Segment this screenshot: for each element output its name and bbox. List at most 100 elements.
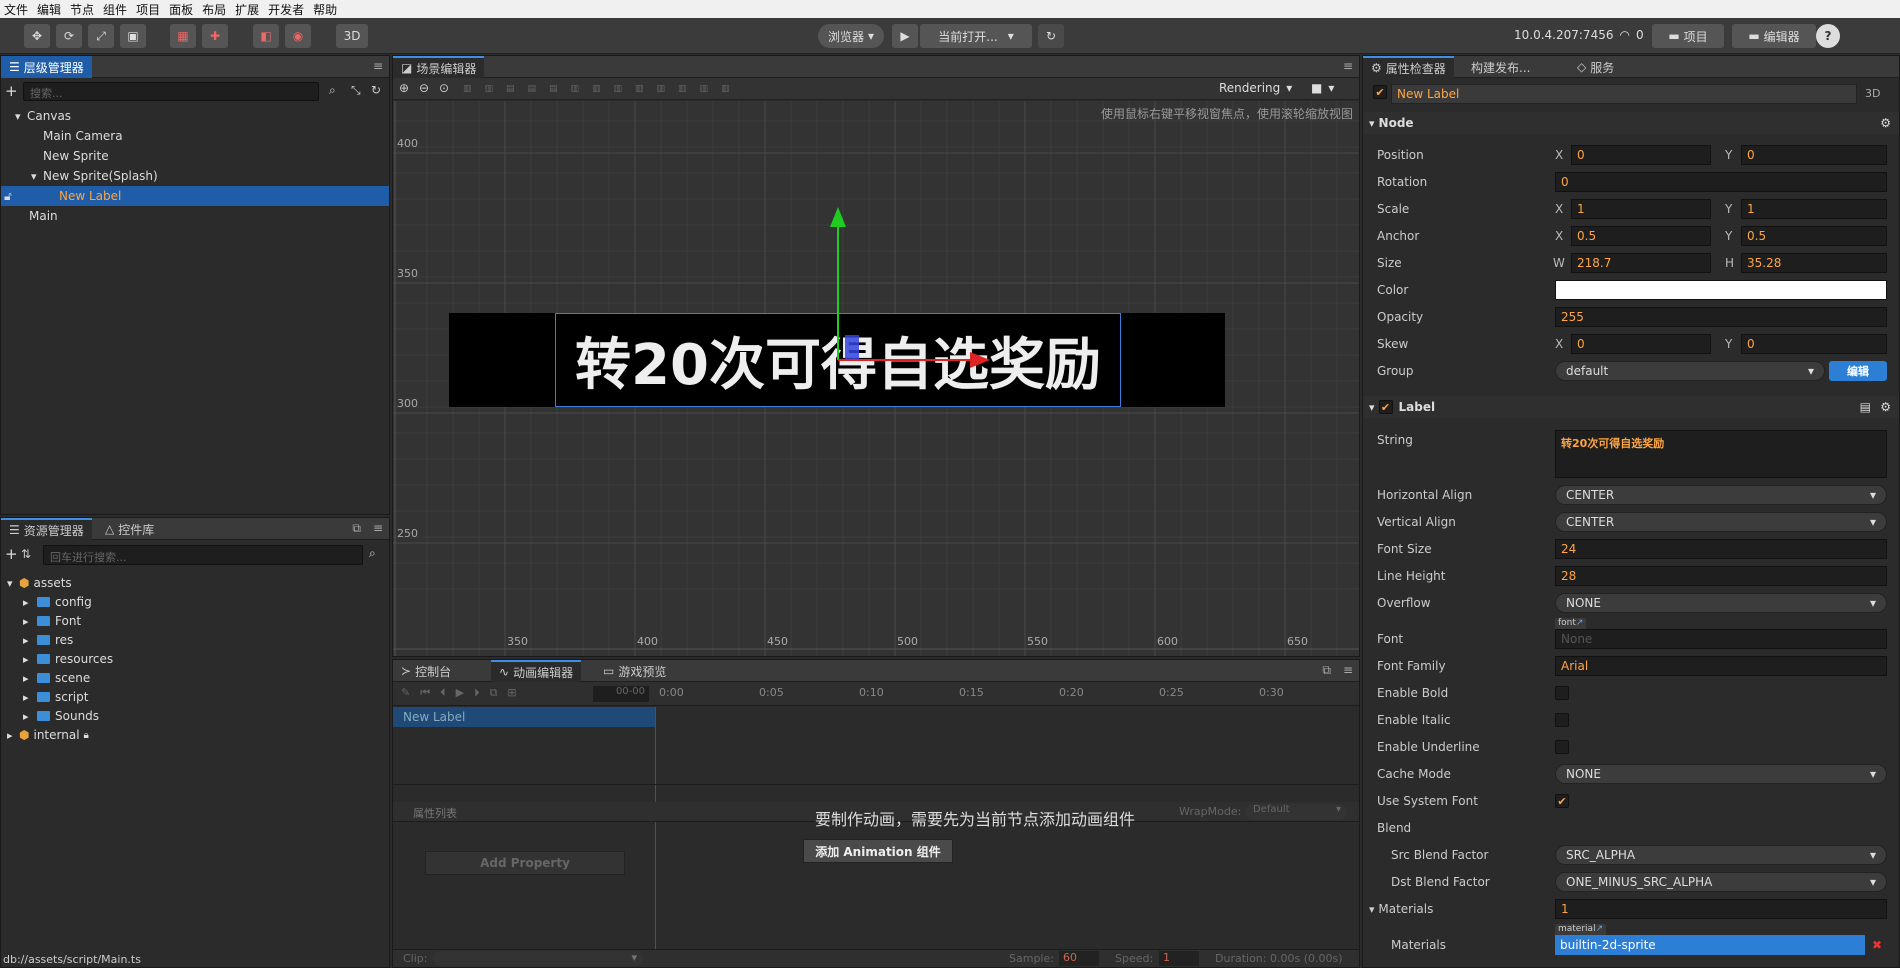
rendering-dropdown[interactable]: Rendering ▾ bbox=[1219, 81, 1292, 95]
rotation-input[interactable]: 0 bbox=[1555, 172, 1887, 192]
open-project-button[interactable]: ▬ 项目 bbox=[1652, 24, 1724, 48]
scale-tool-button[interactable]: ⤢ bbox=[88, 24, 114, 48]
timeline-ruler[interactable]: 0:00 0:05 0:10 0:15 0:20 0:25 0:30 bbox=[655, 682, 1359, 706]
overflow-dropdown[interactable]: NONE ▾ bbox=[1555, 593, 1887, 613]
expand-arrow-icon[interactable]: ▾ bbox=[31, 170, 43, 183]
search-icon[interactable]: ⌕ bbox=[369, 546, 376, 561]
tab-game-preview[interactable]: ▭ 游戏预览 bbox=[595, 660, 674, 682]
size-w-input[interactable]: 218.7 bbox=[1571, 253, 1711, 273]
lock-icon[interactable]: 🔓︎ bbox=[4, 189, 12, 204]
expand-arrow-icon[interactable]: ▸ bbox=[23, 710, 33, 723]
skew-x-input[interactable]: 0 bbox=[1571, 334, 1711, 354]
color-swatch[interactable] bbox=[1555, 280, 1887, 300]
menu-layout[interactable]: 布局 bbox=[198, 1, 231, 18]
playback-controls[interactable]: ✎⏮⏴▶⏵⧉⊞ bbox=[401, 686, 527, 700]
menu-edit[interactable]: 编辑 bbox=[33, 1, 66, 18]
speed-input[interactable]: 1 bbox=[1159, 951, 1199, 966]
asset-folder-resources[interactable]: ▸ resources bbox=[1, 649, 389, 669]
skew-y-input[interactable]: 0 bbox=[1741, 334, 1887, 354]
materials-count-input[interactable]: 1 bbox=[1555, 899, 1887, 919]
menu-component[interactable]: 组件 bbox=[99, 1, 132, 18]
scale-y-input[interactable]: 1 bbox=[1741, 199, 1887, 219]
book-icon[interactable]: ▤ bbox=[1860, 400, 1871, 414]
external-link-icon[interactable]: ↗ bbox=[1596, 924, 1604, 934]
asset-folder-res[interactable]: ▸ res bbox=[1, 630, 389, 650]
collapse-icon[interactable]: ⤡ bbox=[351, 83, 361, 98]
tab-scene-editor[interactable]: ◪ 场景编辑器 bbox=[393, 56, 485, 78]
tree-node-main-camera[interactable]: Main Camera bbox=[1, 126, 389, 146]
zoom-out-icon[interactable]: ⊖ bbox=[419, 81, 429, 95]
label-enabled-checkbox[interactable]: ✔ bbox=[1378, 400, 1393, 414]
menu-file[interactable]: 文件 bbox=[0, 1, 33, 18]
opacity-input[interactable]: 255 bbox=[1555, 307, 1887, 327]
asset-folder-scene[interactable]: ▸ scene bbox=[1, 668, 389, 688]
menu-node[interactable]: 节点 bbox=[66, 1, 99, 18]
sample-input[interactable]: 60 bbox=[1059, 951, 1099, 966]
clip-dropdown[interactable]: ▾ bbox=[433, 951, 643, 966]
platform-dropdown[interactable]: 浏览器 ▾ bbox=[818, 24, 884, 48]
help-button[interactable]: ? bbox=[1816, 24, 1840, 48]
asset-folder-script[interactable]: ▸ script bbox=[1, 687, 389, 707]
tab-assets[interactable]: ☰ 资源管理器 bbox=[1, 518, 92, 540]
timecode-field[interactable]: 00-00 bbox=[593, 686, 649, 702]
hierarchy-search-input[interactable]: 搜索... bbox=[23, 82, 319, 101]
mode-3d-button[interactable]: 3D bbox=[336, 24, 368, 48]
expand-arrow-icon[interactable]: ▸ bbox=[23, 653, 33, 666]
menu-help[interactable]: 帮助 bbox=[309, 1, 342, 18]
menu-developer[interactable]: 开发者 bbox=[264, 1, 309, 18]
src-blend-dropdown[interactable]: SRC_ALPHA ▾ bbox=[1555, 845, 1887, 865]
menu-panel[interactable]: 面板 bbox=[165, 1, 198, 18]
v-align-dropdown[interactable]: CENTER ▾ bbox=[1555, 512, 1887, 532]
expand-arrow-icon[interactable]: ▾ bbox=[7, 577, 19, 590]
scene-viewport[interactable]: 400 350 300 250 350 400 450 500 550 600 … bbox=[393, 101, 1359, 656]
asset-root-internal[interactable]: ▸ ⬢ internal 🔒︎ bbox=[1, 725, 389, 745]
node-name-input[interactable]: New Label bbox=[1391, 84, 1857, 104]
tree-node-main[interactable]: Main bbox=[1, 206, 389, 226]
expand-arrow-icon[interactable]: ▸ bbox=[23, 691, 33, 704]
anim-node-row[interactable]: New Label bbox=[393, 707, 655, 727]
panel-menu-icon[interactable]: ≡ bbox=[373, 521, 383, 535]
tab-console[interactable]: ≻ 控制台 bbox=[393, 660, 459, 682]
position-x-input[interactable]: 0 bbox=[1571, 145, 1711, 165]
font-asset-field[interactable]: None bbox=[1555, 629, 1887, 649]
popout-icon[interactable]: ⧉ bbox=[352, 521, 361, 536]
expand-arrow-icon[interactable]: ▸ bbox=[23, 634, 33, 647]
gear-icon[interactable]: ⚙ bbox=[1880, 116, 1891, 130]
panel-menu-icon[interactable]: ≡ bbox=[1343, 59, 1353, 73]
materials-section-header[interactable]: ▾ Materials bbox=[1369, 902, 1433, 916]
node-section-header[interactable]: ▾ Node ⚙ bbox=[1363, 112, 1899, 134]
tab-hierarchy[interactable]: ☰ 层级管理器 bbox=[1, 56, 92, 78]
camera-gizmo-button[interactable]: ◉ bbox=[285, 24, 311, 48]
tab-widget-library[interactable]: △ 控件库 bbox=[97, 518, 162, 540]
add-asset-button[interactable]: + bbox=[5, 545, 18, 563]
node-3d-toggle[interactable]: 3D bbox=[1865, 87, 1880, 100]
local-pivot-button[interactable]: ▦ bbox=[170, 24, 196, 48]
material-asset-field[interactable]: builtin-2d-sprite bbox=[1555, 935, 1865, 955]
scene-select-dropdown[interactable]: 当前打开... ▾ bbox=[920, 24, 1032, 48]
add-animation-component-button[interactable]: 添加 Animation 组件 bbox=[803, 839, 953, 863]
use-system-font-checkbox[interactable]: ✔ bbox=[1555, 794, 1569, 808]
asset-folder-sounds[interactable]: ▸ Sounds bbox=[1, 706, 389, 726]
wrapmode-dropdown[interactable]: Default ▾ bbox=[1245, 804, 1347, 820]
menu-project[interactable]: 项目 bbox=[132, 1, 165, 18]
line-height-input[interactable]: 28 bbox=[1555, 566, 1887, 586]
tab-build[interactable]: 构建发布... bbox=[1463, 56, 1538, 78]
popout-icon[interactable]: ⧉ bbox=[1322, 663, 1331, 678]
expand-arrow-icon[interactable]: ▸ bbox=[23, 672, 33, 685]
add-property-button[interactable]: Add Property bbox=[425, 851, 625, 875]
group-dropdown[interactable]: default ▾ bbox=[1555, 361, 1825, 381]
asset-root-assets[interactable]: ▾ ⬢ assets bbox=[1, 573, 389, 593]
position-y-input[interactable]: 0 bbox=[1741, 145, 1887, 165]
tab-inspector[interactable]: ⚙ 属性检查器 bbox=[1363, 56, 1454, 78]
label-section-header[interactable]: ▾ ✔ Label ▤ ⚙ bbox=[1363, 396, 1899, 418]
menu-extension[interactable]: 扩展 bbox=[231, 1, 264, 18]
open-editor-button[interactable]: ▬ 编辑器 bbox=[1732, 24, 1816, 48]
add-node-button[interactable]: + bbox=[5, 82, 18, 100]
rotate-tool-button[interactable]: ⟳ bbox=[56, 24, 82, 48]
refresh-button[interactable]: ↻ bbox=[1038, 24, 1064, 48]
camera-dropdown[interactable]: ■ ▾ bbox=[1311, 81, 1334, 95]
tab-animation-editor[interactable]: ∿ 动画编辑器 bbox=[491, 660, 582, 682]
align-tools[interactable]: ▥▥▤▤▤▥▥▥▥▥▥▥▥ bbox=[463, 84, 753, 94]
cache-mode-dropdown[interactable]: NONE ▾ bbox=[1555, 764, 1887, 784]
asset-folder-config[interactable]: ▸ config bbox=[1, 592, 389, 612]
